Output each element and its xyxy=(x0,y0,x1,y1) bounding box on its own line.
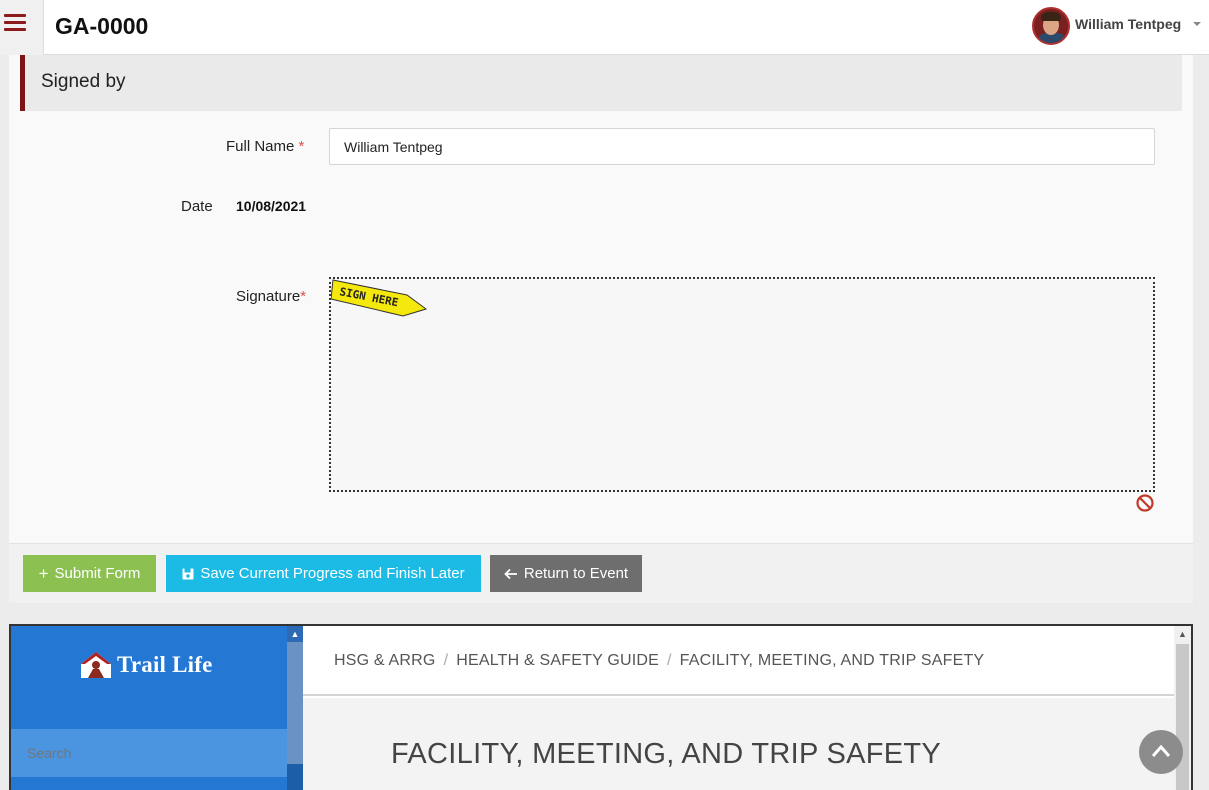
signature-label: Signature* xyxy=(236,288,307,305)
breadcrumb-item-current: FACILITY, MEETING, AND TRIP SAFETY xyxy=(679,652,985,669)
breadcrumb-separator: / xyxy=(667,652,672,669)
sidebar-scrollbar[interactable]: ▲ xyxy=(287,626,303,790)
scroll-up-icon[interactable]: ▲ xyxy=(1174,626,1191,642)
chevron-up-icon xyxy=(1151,744,1171,757)
required-marker: * xyxy=(298,138,305,155)
avatar[interactable] xyxy=(1032,7,1070,45)
trail-life-logo-icon xyxy=(81,652,111,678)
hamburger-icon[interactable] xyxy=(0,0,44,55)
embedded-guide-frame: Trail Life ▲ HSG & ARRG / HEALTH & SAFET… xyxy=(9,624,1193,790)
signature-pad[interactable]: SIGN HERE xyxy=(329,277,1155,492)
date-value: 10/08/2021 xyxy=(236,198,307,214)
sign-here-tag: SIGN HERE xyxy=(331,279,428,317)
full-name-label: Full Name * xyxy=(226,138,305,155)
breadcrumb: HSG & ARRG / HEALTH & SAFETY GUIDE / FAC… xyxy=(303,626,1174,696)
form-actions: + Submit Form Save Current Progress and … xyxy=(9,543,1193,603)
section-header: Signed by xyxy=(20,55,1182,111)
required-marker: * xyxy=(300,288,307,305)
back-to-top-button[interactable] xyxy=(1139,730,1183,774)
chevron-down-icon[interactable] xyxy=(1193,22,1201,26)
trail-life-logo[interactable]: Trail Life xyxy=(79,650,212,680)
logo-text: Trail Life xyxy=(117,652,213,677)
top-bar: GA-0000 William Tentpeg xyxy=(0,0,1209,55)
search-input[interactable] xyxy=(11,729,287,777)
floppy-disk-icon xyxy=(182,568,194,579)
full-name-field[interactable] xyxy=(329,128,1155,165)
breadcrumb-item-hsg[interactable]: HSG & ARRG xyxy=(334,652,436,670)
scroll-up-icon[interactable]: ▲ xyxy=(287,626,303,642)
page-title: GA-0000 xyxy=(55,13,149,39)
submit-form-button[interactable]: + Submit Form xyxy=(23,555,156,592)
return-to-event-button[interactable]: Return to Event xyxy=(490,555,642,592)
guide-content: FACILITY, MEETING, AND TRIP SAFETY xyxy=(303,698,1174,790)
section-title: Signed by xyxy=(41,71,126,92)
user-name[interactable]: William Tentpeg xyxy=(1075,16,1181,32)
signature-form: Signed by Full Name * Date 10/08/2021 Si… xyxy=(9,55,1193,603)
save-progress-button[interactable]: Save Current Progress and Finish Later xyxy=(166,555,481,592)
breadcrumb-separator: / xyxy=(443,652,449,669)
guide-page-heading: FACILITY, MEETING, AND TRIP SAFETY xyxy=(391,738,942,770)
guide-sidebar: Trail Life xyxy=(11,626,287,790)
arrow-left-icon xyxy=(504,568,517,579)
breadcrumb-item-guide[interactable]: HEALTH & SAFETY GUIDE xyxy=(456,652,659,670)
date-label: Date xyxy=(181,198,213,215)
no-entry-icon[interactable] xyxy=(1135,493,1155,513)
plus-icon: + xyxy=(38,564,49,583)
